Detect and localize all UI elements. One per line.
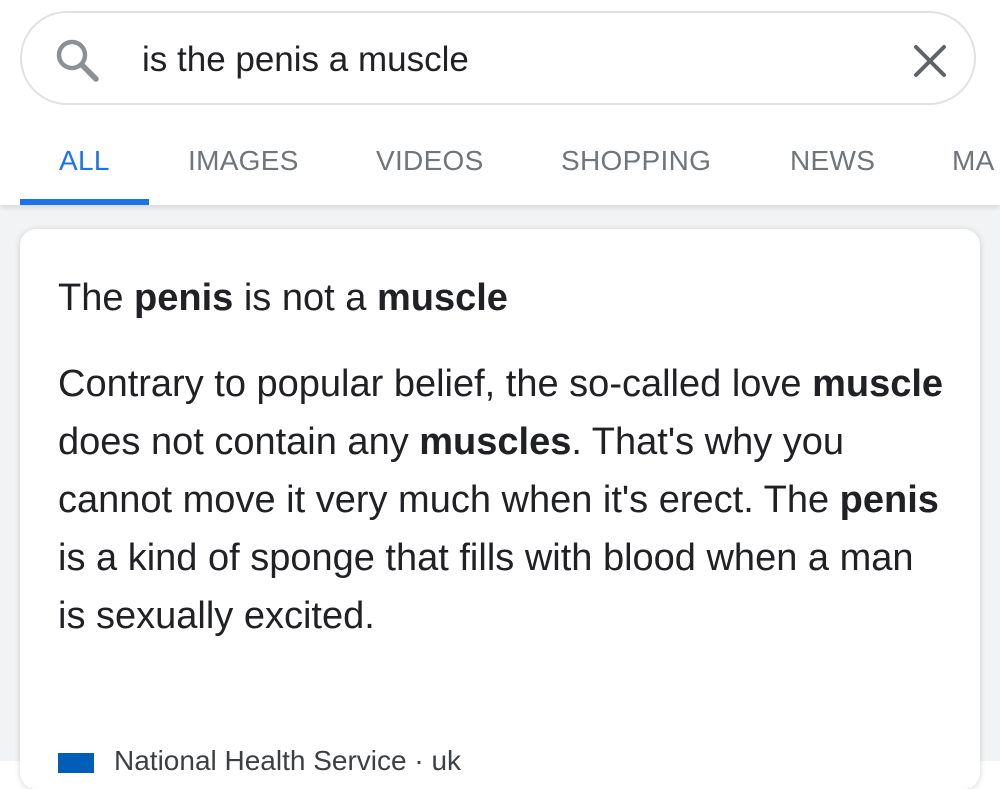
snippet-source[interactable]: National Health Service · uk (58, 745, 461, 785)
snippet-text-part: is a kind of sponge that fills with bloo… (58, 537, 914, 637)
snippet-bold: muscles (419, 421, 572, 463)
tab-images[interactable]: IMAGES (188, 120, 299, 205)
headline-bold: muscle (376, 277, 508, 319)
tab-videos[interactable]: VIDEOS (376, 120, 484, 205)
search-header: ALL IMAGES VIDEOS SHOPPING NEWS MA (0, 0, 1000, 205)
snippet-bold: muscle (812, 363, 944, 405)
tab-all[interactable]: ALL (59, 120, 110, 205)
tab-news[interactable]: NEWS (790, 120, 875, 205)
snippet-text: Contrary to popular belief, the so-calle… (58, 355, 948, 645)
featured-snippet-card: The penis is not a muscle Contrary to po… (20, 229, 980, 789)
search-tabs: ALL IMAGES VIDEOS SHOPPING NEWS MA (0, 120, 1000, 205)
search-input[interactable] (142, 33, 862, 87)
tab-shopping[interactable]: SHOPPING (561, 120, 711, 205)
snippet-text-part: Contrary to popular belief, the so-calle… (58, 363, 813, 405)
snippet-text-part: does not contain any (58, 421, 420, 463)
snippet-bold: penis (839, 479, 939, 521)
favicon-icon (58, 752, 94, 773)
active-tab-indicator (20, 199, 149, 205)
snippet-headline: The penis is not a muscle (58, 275, 938, 321)
headline-text: is not a (233, 277, 377, 319)
search-icon[interactable] (52, 35, 102, 85)
headline-text: The (58, 277, 135, 319)
search-bar[interactable] (20, 11, 976, 105)
headline-bold: penis (134, 277, 234, 319)
close-icon[interactable] (910, 41, 950, 81)
tab-more[interactable]: MA (952, 120, 995, 205)
